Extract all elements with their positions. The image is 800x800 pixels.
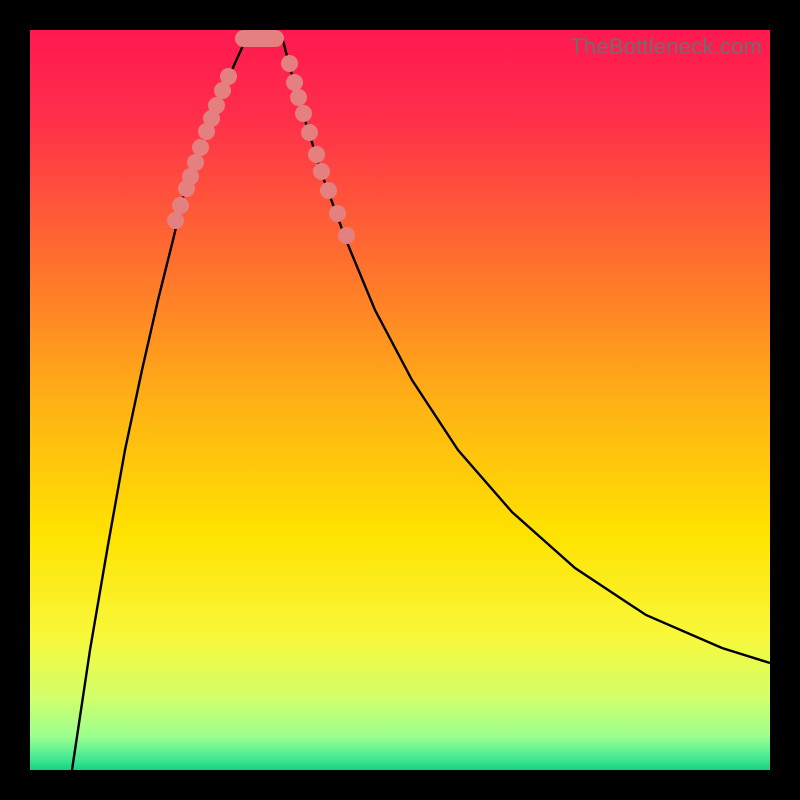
marker-dot-left bbox=[220, 68, 237, 85]
marker-dot-left bbox=[172, 197, 189, 214]
marker-dot-left bbox=[192, 139, 209, 156]
marker-dot-right bbox=[338, 227, 355, 244]
left-curve bbox=[72, 37, 247, 770]
outer-frame: TheBottleneck.com bbox=[0, 0, 800, 800]
marker-dot-right bbox=[329, 205, 346, 222]
marker-dot-right bbox=[290, 89, 307, 106]
plot-area: TheBottleneck.com bbox=[30, 30, 770, 770]
marker-dot-left bbox=[167, 212, 184, 229]
marker-dot-left bbox=[187, 154, 204, 171]
marker-dot-right bbox=[308, 146, 325, 163]
marker-dot-right bbox=[286, 74, 303, 91]
marker-dot-right bbox=[301, 124, 318, 141]
marker-dot-right bbox=[295, 105, 312, 122]
bottom-marker-blob bbox=[235, 30, 284, 47]
marker-dot-right bbox=[320, 182, 337, 199]
marker-dot-right bbox=[281, 55, 298, 72]
bottleneck-curves bbox=[30, 30, 770, 770]
marker-dot-right bbox=[313, 163, 330, 180]
right-curve bbox=[282, 37, 770, 663]
marker-dot-left bbox=[208, 97, 225, 114]
